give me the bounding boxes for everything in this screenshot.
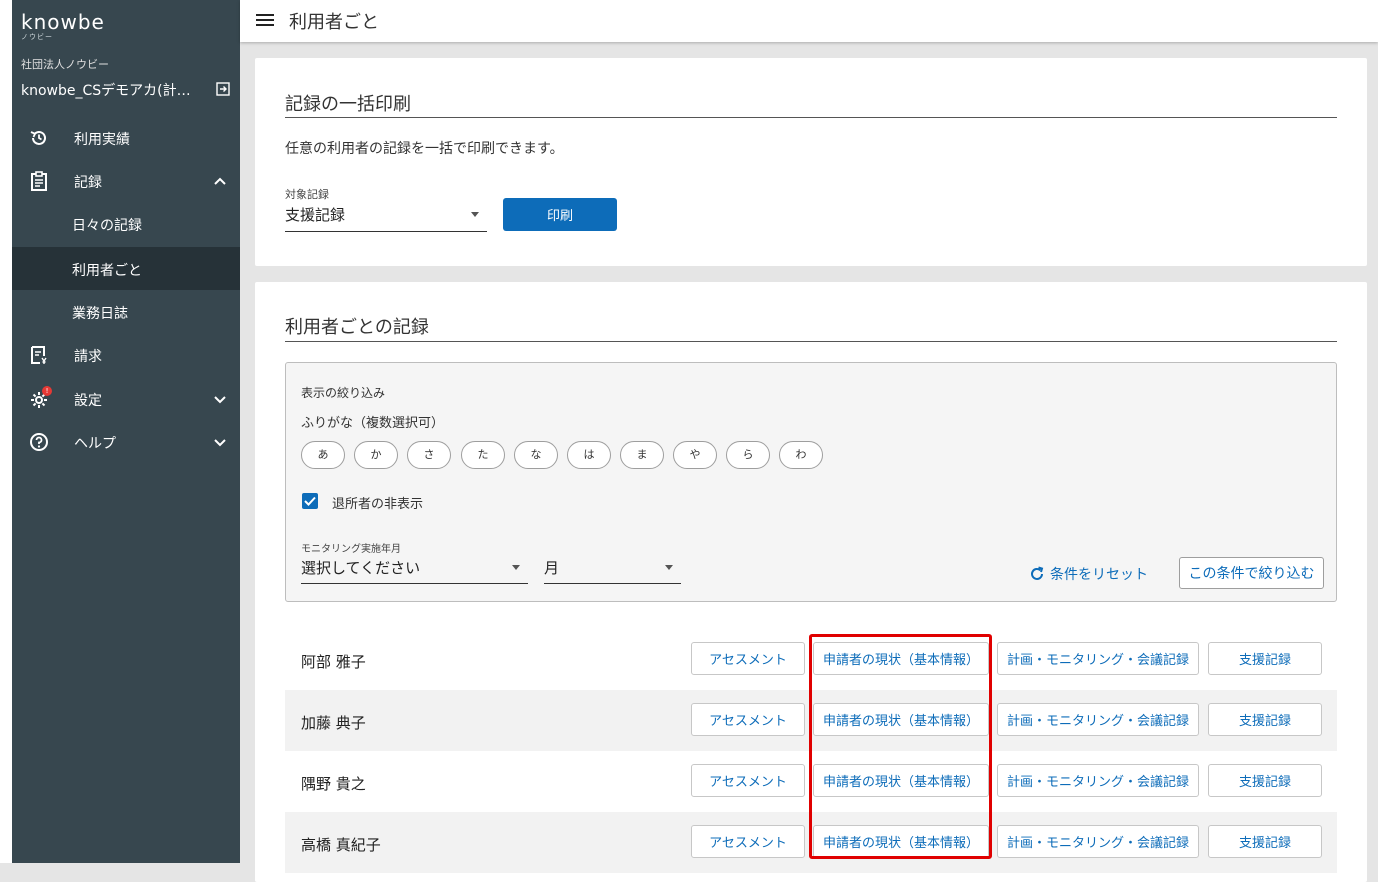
hide-retired-label: 退所者の非表示 xyxy=(332,497,424,512)
support-record-button[interactable]: 支援記録 xyxy=(1208,764,1322,797)
facility-name: knowbe_CSデモアカ(計画相談) xyxy=(21,83,203,99)
chevron-down-icon xyxy=(214,396,226,404)
bulk-print-heading: 記録の一括印刷 xyxy=(285,94,411,115)
plan-monitoring-button[interactable]: 計画・モニタリング・会議記録 xyxy=(997,764,1199,797)
sidebar-item-label: 記録 xyxy=(74,175,102,191)
page-title: 利用者ごと xyxy=(289,12,379,33)
apply-filter-button[interactable]: この条件で絞り込む xyxy=(1179,557,1324,589)
dropdown-arrow-icon xyxy=(471,212,479,217)
furigana-label: ふりがな（複数選択可） xyxy=(301,416,445,431)
invoice-icon xyxy=(31,346,47,364)
kana-filter-sa[interactable]: さ xyxy=(407,441,451,469)
user-name: 加藤 典子 xyxy=(301,714,366,732)
table-row: 隅野 貴之 アセスメント 申請者の現状（基本情報） 計画・モニタリング・会議記録… xyxy=(285,751,1337,812)
notification-badge: ! xyxy=(42,386,52,396)
hide-retired-checkbox[interactable] xyxy=(302,493,318,509)
organization-name: 社団法人ノウビー xyxy=(21,58,109,71)
filter-title: 表示の絞り込み xyxy=(301,386,386,400)
sidebar: knowbe ノウビー 社団法人ノウビー knowbe_CSデモアカ(計画相談)… xyxy=(12,0,240,863)
assessment-button[interactable]: アセスメント xyxy=(691,764,805,797)
target-record-value: 支援記録 xyxy=(285,206,346,224)
dropdown-arrow-icon xyxy=(665,565,673,570)
divider xyxy=(285,117,1337,118)
sidebar-item-work-log[interactable]: 業務日誌 xyxy=(12,290,240,333)
top-app-bar: 利用者ごと xyxy=(240,0,1378,42)
assessment-button[interactable]: アセスメント xyxy=(691,642,805,675)
applicant-status-button[interactable]: 申請者の現状（基本情報） xyxy=(813,703,989,736)
monitoring-year-value: 選択してください xyxy=(301,559,421,577)
sidebar-item-label: 利用実績 xyxy=(74,132,130,148)
plan-monitoring-button[interactable]: 計画・モニタリング・会議記録 xyxy=(997,642,1199,675)
kana-filter-ya[interactable]: や xyxy=(673,441,717,469)
kana-filter-na[interactable]: な xyxy=(514,441,558,469)
applicant-status-button[interactable]: 申請者の現状（基本情報） xyxy=(813,764,989,797)
print-button[interactable]: 印刷 xyxy=(503,198,617,231)
kana-filter-a[interactable]: あ xyxy=(301,441,345,469)
table-row: 高橋 真紀子 アセスメント 申請者の現状（基本情報） 計画・モニタリング・会議記… xyxy=(285,812,1337,873)
bulk-print-description: 任意の利用者の記録を一括で印刷できます。 xyxy=(285,141,564,157)
user-records-card: 利用者ごとの記録 表示の絞り込み ふりがな（複数選択可） あ か さ た な は… xyxy=(255,282,1367,882)
check-icon xyxy=(304,496,316,506)
sidebar-item-help[interactable]: ヘルプ xyxy=(12,420,240,463)
app-logo-subtitle: ノウビー xyxy=(21,33,53,41)
filter-panel: 表示の絞り込み ふりがな（複数選択可） あ か さ た な は ま や ら わ … xyxy=(285,362,1337,602)
applicant-status-button[interactable]: 申請者の現状（基本情報） xyxy=(813,825,989,858)
sidebar-item-label: 設定 xyxy=(74,393,102,409)
plan-monitoring-button[interactable]: 計画・モニタリング・会議記録 xyxy=(997,703,1199,736)
monitoring-month-value: 月 xyxy=(544,559,560,577)
history-icon xyxy=(30,130,46,145)
refresh-icon xyxy=(1031,566,1044,580)
app-logo[interactable]: knowbe xyxy=(21,10,105,34)
divider xyxy=(285,341,1337,342)
kana-filter-ta[interactable]: た xyxy=(461,441,505,469)
sidebar-item-label: 日々の記録 xyxy=(72,218,142,234)
kana-filter-wa[interactable]: わ xyxy=(779,441,823,469)
target-record-label: 対象記録 xyxy=(285,188,329,201)
sidebar-item-per-user[interactable]: 利用者ごと xyxy=(12,247,240,290)
sidebar-item-label: 利用者ごと xyxy=(72,263,142,279)
bulk-print-card: 記録の一括印刷 任意の利用者の記録を一括で印刷できます。 対象記録 支援記録 印… xyxy=(255,58,1367,266)
assessment-button[interactable]: アセスメント xyxy=(691,825,805,858)
kana-filter-ka[interactable]: か xyxy=(354,441,398,469)
sidebar-item-records[interactable]: 記録 xyxy=(12,159,240,202)
sidebar-item-label: 請求 xyxy=(74,349,102,365)
user-name: 阿部 雅子 xyxy=(301,653,366,671)
help-icon xyxy=(30,433,48,451)
chevron-up-icon xyxy=(214,177,226,185)
table-row: 加藤 典子 アセスメント 申請者の現状（基本情報） 計画・モニタリング・会議記録… xyxy=(285,690,1337,751)
kana-filter-ha[interactable]: は xyxy=(567,441,611,469)
sidebar-item-settings[interactable]: ! 設定 xyxy=(12,377,240,420)
menu-icon[interactable] xyxy=(256,12,274,28)
user-records-heading: 利用者ごとの記録 xyxy=(285,317,429,338)
monitoring-year-select[interactable]: 選択してください xyxy=(301,557,528,584)
monitoring-date-label: モニタリング実施年月 xyxy=(301,544,401,555)
clipboard-icon xyxy=(31,171,47,191)
applicant-status-button[interactable]: 申請者の現状（基本情報） xyxy=(813,642,989,675)
plan-monitoring-button[interactable]: 計画・モニタリング・会議記録 xyxy=(997,825,1199,858)
kana-filter-ra[interactable]: ら xyxy=(726,441,770,469)
dropdown-arrow-icon xyxy=(512,565,520,570)
support-record-button[interactable]: 支援記録 xyxy=(1208,703,1322,736)
reset-filter-button[interactable]: 条件をリセット xyxy=(1028,564,1148,584)
target-record-select[interactable]: 支援記録 xyxy=(285,204,487,232)
reset-filter-label: 条件をリセット xyxy=(1050,567,1148,583)
logout-icon[interactable] xyxy=(216,82,230,96)
window-edge xyxy=(0,0,12,863)
user-name: 隅野 貴之 xyxy=(301,775,366,793)
table-row: 阿部 雅子 アセスメント 申請者の現状（基本情報） 計画・モニタリング・会議記録… xyxy=(285,629,1337,690)
support-record-button[interactable]: 支援記録 xyxy=(1208,642,1322,675)
sidebar-item-label: ヘルプ xyxy=(74,436,116,452)
sidebar-item-billing[interactable]: 請求 xyxy=(12,333,240,376)
chevron-down-icon xyxy=(214,439,226,447)
sidebar-item-usage-results[interactable]: 利用実績 xyxy=(12,116,240,159)
support-record-button[interactable]: 支援記録 xyxy=(1208,825,1322,858)
monitoring-month-select[interactable]: 月 xyxy=(544,557,681,584)
sidebar-item-label: 業務日誌 xyxy=(72,306,128,322)
kana-filter-ma[interactable]: ま xyxy=(620,441,664,469)
sidebar-item-daily-records[interactable]: 日々の記録 xyxy=(12,202,240,245)
user-name: 高橋 真紀子 xyxy=(301,836,381,854)
assessment-button[interactable]: アセスメント xyxy=(691,703,805,736)
